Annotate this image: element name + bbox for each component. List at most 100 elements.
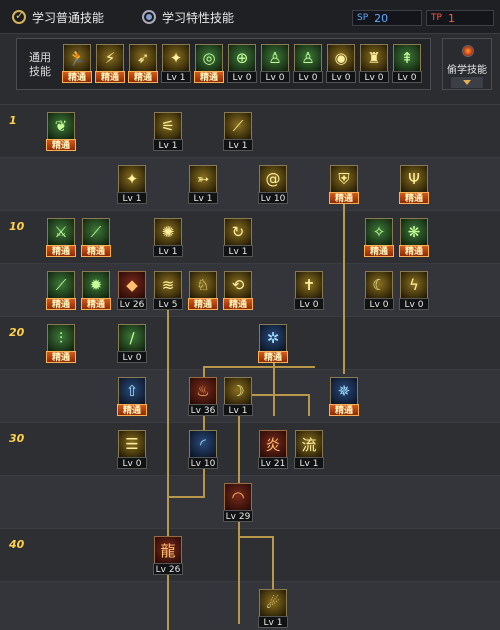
skill-level-badge: Lv 1 xyxy=(223,245,253,257)
skill-node[interactable]: ◠ Lv 29 xyxy=(223,483,253,523)
skill-node[interactable]: ∕ Lv 0 xyxy=(117,324,147,364)
skill-level-badge: 精通 xyxy=(62,71,92,83)
skill-level-badge: 精通 xyxy=(399,192,429,204)
skill-node[interactable]: ♘ 精通 xyxy=(188,271,218,311)
skill-node[interactable]: 龍 Lv 26 xyxy=(153,536,183,576)
burst-icon: ✺ xyxy=(154,218,182,246)
connector-line xyxy=(308,394,310,416)
skill-level-badge: Lv 1 xyxy=(153,245,183,257)
orb-icon: ◉ xyxy=(327,44,355,72)
bow-icon: ➳ xyxy=(189,165,217,193)
claw-icon: ⚟ xyxy=(154,112,182,140)
spark-icon: ✹ xyxy=(82,271,110,299)
skill-level-badge: Lv 0 xyxy=(399,298,429,310)
skill-node[interactable]: ❦ 精通 xyxy=(46,112,76,152)
common-skill-slot[interactable]: ♙ Lv 0 xyxy=(260,44,290,84)
skill-node[interactable]: @ Lv 10 xyxy=(258,165,288,205)
common-skill-slot[interactable]: ◎ 精通 xyxy=(194,44,224,84)
skill-node[interactable]: ⟋ Lv 1 xyxy=(223,112,253,152)
common-skill-slot[interactable]: ✦ Lv 1 xyxy=(161,44,191,84)
bamboo-icon: ⫶ xyxy=(47,324,75,352)
skill-node[interactable]: ⟋ 精通 xyxy=(81,218,111,258)
skill-level-badge: Lv 26 xyxy=(117,298,147,310)
skill-node[interactable]: ✲ 精通 xyxy=(258,324,288,364)
common-skills-panel: 通用技能 🏃 精通 ⚡ 精通 ➶ 精通 ✦ Lv 1 ◎ 精通 ⊕ Lv 0 ♙ Lv 0 ♙ Lv 0 ◉ Lv… xyxy=(16,38,431,90)
skill-level-badge: Lv 1 xyxy=(188,192,218,204)
connector-line xyxy=(343,194,345,374)
common-skill-slot[interactable]: ♙ Lv 0 xyxy=(293,44,323,84)
skill-node[interactable]: ☽ Lv 1 xyxy=(223,377,253,417)
skill-node[interactable]: ✧ 精通 xyxy=(364,218,394,258)
common-skill-slot[interactable]: ⚡ 精通 xyxy=(95,44,125,84)
wings-icon: ✦ xyxy=(118,165,146,193)
skill-node[interactable]: ⟲ 精通 xyxy=(223,271,253,311)
skill-node[interactable]: ◜ Lv 10 xyxy=(188,430,218,470)
skill-level-badge: 精通 xyxy=(329,192,359,204)
skill-level-badge: Lv 5 xyxy=(153,298,183,310)
skill-level-badge: Lv 0 xyxy=(227,71,257,83)
skill-node[interactable]: ✹ 精通 xyxy=(81,271,111,311)
greatsword-icon: ✧ xyxy=(365,218,393,246)
dragon-icon: 龍 xyxy=(154,536,182,564)
skill-node[interactable]: ↻ Lv 1 xyxy=(223,218,253,258)
skill-node[interactable]: ♨ Lv 36 xyxy=(188,377,218,417)
skill-node[interactable]: ⚟ Lv 1 xyxy=(153,112,183,152)
skill-node[interactable]: ➳ Lv 1 xyxy=(188,165,218,205)
steal-orb-icon xyxy=(462,45,474,57)
gem-icon: ◆ xyxy=(118,271,146,299)
skill-level-badge: Lv 36 xyxy=(188,404,218,416)
connector-line xyxy=(167,496,205,498)
red-arc-icon: ◠ xyxy=(224,483,252,511)
skill-node[interactable]: ⇧ 精通 xyxy=(117,377,147,417)
steal-skill-button[interactable]: 偷学技能 xyxy=(442,38,492,90)
level-marker: 40 xyxy=(9,538,25,551)
skill-level-badge: Lv 0 xyxy=(293,71,323,83)
skill-level-badge: Lv 1 xyxy=(223,139,253,151)
tab-normal-skills[interactable]: 学习普通技能 xyxy=(12,8,104,26)
sp-icon: SP xyxy=(357,13,369,23)
skill-node[interactable]: 流 Lv 1 xyxy=(294,430,324,470)
tree-band xyxy=(0,581,500,630)
skill-level-badge: 精通 xyxy=(46,139,76,151)
tab-label: 学习特性技能 xyxy=(162,10,235,25)
skill-node[interactable]: Ψ 精通 xyxy=(399,165,429,205)
skill-node[interactable]: ⫶ 精通 xyxy=(46,324,76,364)
common-skill-slot[interactable]: ➶ 精通 xyxy=(128,44,158,84)
skill-node[interactable]: ☾ Lv 0 xyxy=(364,271,394,311)
figure-icon: ♙ xyxy=(294,44,322,72)
common-skill-slot[interactable]: ⇞ Lv 0 xyxy=(392,44,422,84)
skill-node[interactable]: ✵ 精通 xyxy=(329,377,359,417)
top-bar: 学习普通技能 学习特性技能 SP 20 TP 1 xyxy=(0,0,500,34)
skill-level-badge: Lv 0 xyxy=(359,71,389,83)
skill-node[interactable]: ☰ Lv 0 xyxy=(117,430,147,470)
skill-node[interactable]: 炎 Lv 21 xyxy=(258,430,288,470)
skill-node[interactable]: ☄ Lv 1 xyxy=(258,589,288,629)
climb-icon: ⇞ xyxy=(393,44,421,72)
skill-node[interactable]: ✝ Lv 0 xyxy=(294,271,324,311)
skill-node[interactable]: ⛨ 精通 xyxy=(329,165,359,205)
skill-node[interactable]: ⟋ 精通 xyxy=(46,271,76,311)
skill-node[interactable]: ≋ Lv 5 xyxy=(153,271,183,311)
skill-node[interactable]: ⚔ 精通 xyxy=(46,218,76,258)
tree-band xyxy=(0,422,500,475)
lightning-icon: ϟ xyxy=(400,271,428,299)
skill-node[interactable]: ✦ Lv 1 xyxy=(117,165,147,205)
skill-node[interactable]: ❋ 精通 xyxy=(399,218,429,258)
dropdown-arrow-icon[interactable] xyxy=(451,77,483,88)
level-marker: 20 xyxy=(9,326,25,339)
skill-level-badge: Lv 0 xyxy=(260,71,290,83)
connector-line xyxy=(203,366,315,368)
shield-icon: ⛨ xyxy=(330,165,358,193)
skill-node[interactable]: ✺ Lv 1 xyxy=(153,218,183,258)
skill-level-badge: Lv 29 xyxy=(223,510,253,522)
common-skill-slot[interactable]: 🏃 精通 xyxy=(62,44,92,84)
skill-node[interactable]: ◆ Lv 26 xyxy=(117,271,147,311)
skill-level-badge: 精通 xyxy=(399,245,429,257)
skill-level-badge: 精通 xyxy=(117,404,147,416)
skill-level-badge: Lv 0 xyxy=(117,457,147,469)
common-skill-slot[interactable]: ⊕ Lv 0 xyxy=(227,44,257,84)
common-skill-slot[interactable]: ◉ Lv 0 xyxy=(326,44,356,84)
common-skill-slot[interactable]: ♜ Lv 0 xyxy=(359,44,389,84)
tab-trait-skills[interactable]: 学习特性技能 xyxy=(142,8,234,26)
skill-node[interactable]: ϟ Lv 0 xyxy=(399,271,429,311)
